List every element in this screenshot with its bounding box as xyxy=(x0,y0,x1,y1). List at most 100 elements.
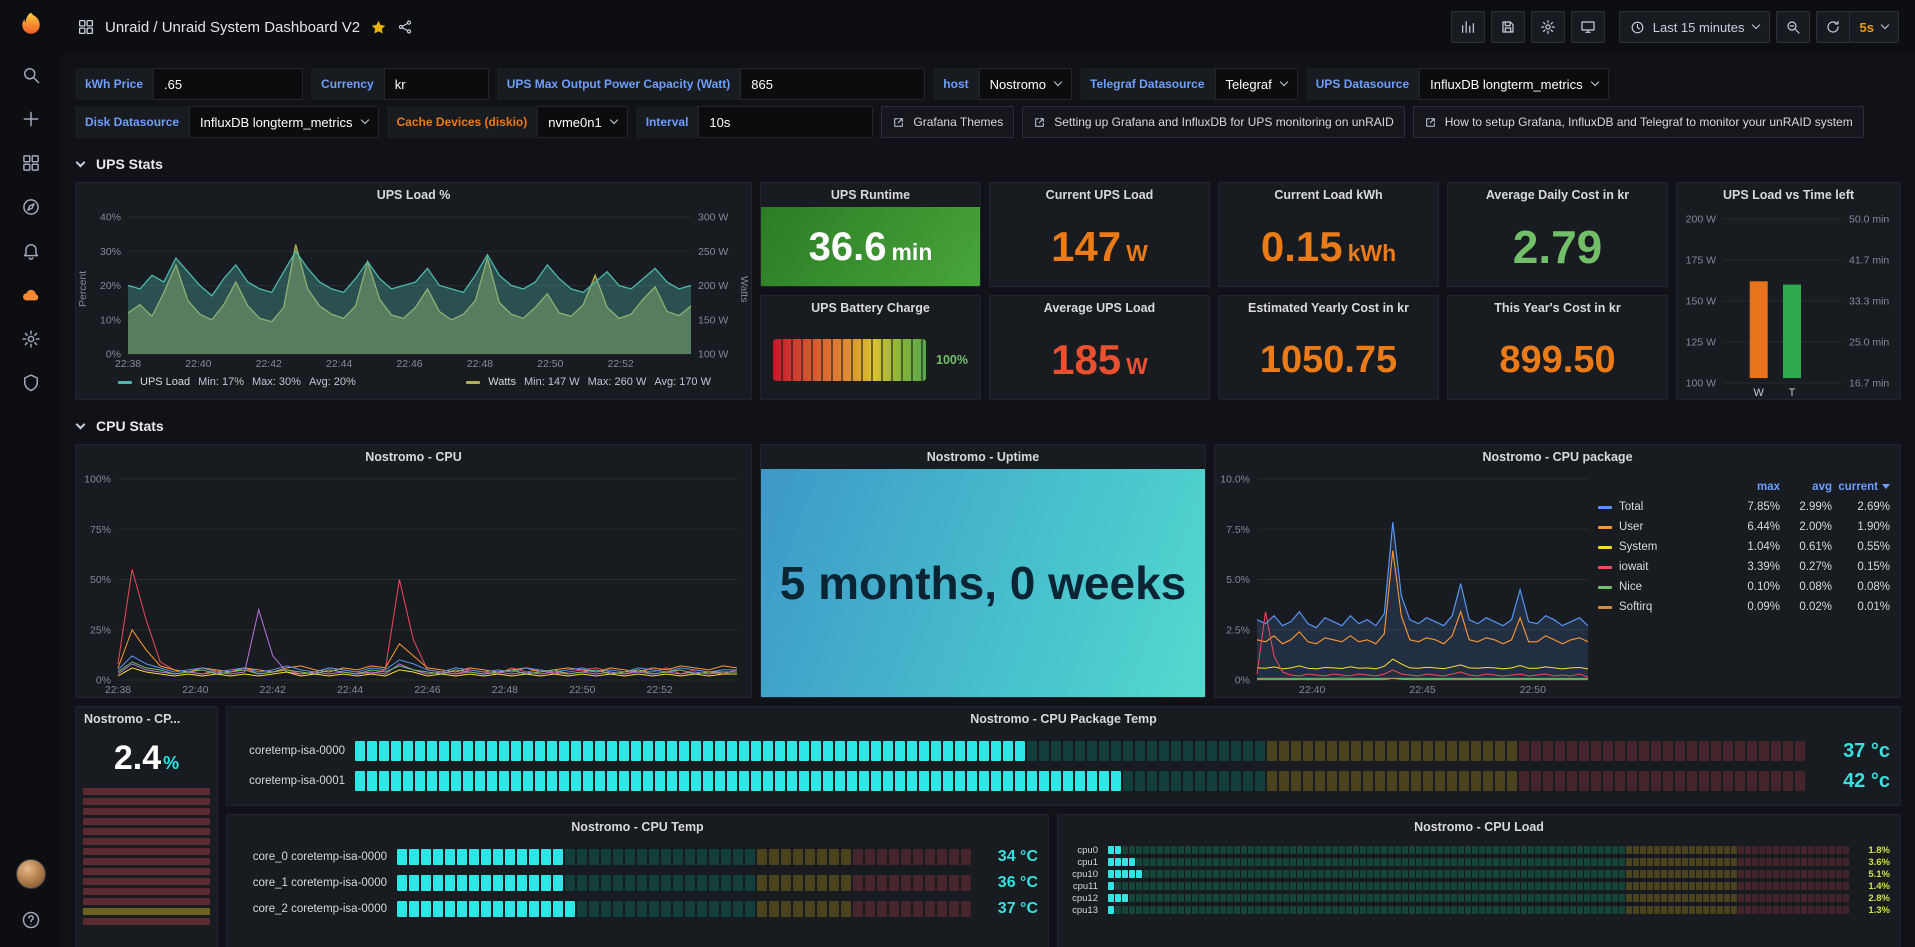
legend-series-name[interactable]: User xyxy=(1598,521,1728,533)
variable-kwh-price: kWh Price.65 xyxy=(75,68,303,100)
dashboard-title[interactable]: Unraid / Unraid System Dashboard V2 xyxy=(105,19,360,36)
variable-value[interactable]: 10s xyxy=(698,106,873,138)
variable-label: Telegraf Datasource xyxy=(1080,68,1215,100)
dashboard-link-how-to-setup-grafana-inf[interactable]: How to setup Grafana, InfluxDB and Teleg… xyxy=(1413,106,1864,138)
cpu-package-legend-rows: Total7.85%2.99%2.69%User6.44%2.00%1.90%S… xyxy=(1598,497,1890,617)
legend-current-value: 0.15% xyxy=(1832,561,1890,573)
variable-value[interactable]: Telegraf xyxy=(1215,68,1298,100)
legend-header-avg[interactable]: avg xyxy=(1780,481,1832,493)
chevron-down-icon xyxy=(76,419,86,429)
panel-title[interactable]: Average UPS Load xyxy=(990,296,1209,320)
svg-text:22:48: 22:48 xyxy=(492,684,518,696)
legend-header-max[interactable]: max xyxy=(1728,481,1780,493)
panel-title[interactable]: Current UPS Load xyxy=(990,183,1209,207)
legend-series-name[interactable]: iowait xyxy=(1598,561,1728,573)
panel-title[interactable]: UPS Runtime xyxy=(761,183,980,207)
variable-label: Currency xyxy=(311,68,384,100)
variable-value[interactable]: Nostromo xyxy=(979,68,1072,100)
refresh-dashboard-button[interactable] xyxy=(1816,11,1850,43)
share-icon[interactable] xyxy=(397,19,413,35)
panel-title[interactable]: Nostromo - CPU Temp xyxy=(227,815,1048,839)
legend-row-system: System1.04%0.61%0.55% xyxy=(1598,537,1890,557)
panel-title[interactable]: UPS Load vs Time left xyxy=(1677,183,1900,207)
panel-title[interactable]: Nostromo - CP... xyxy=(76,707,217,731)
variable-value[interactable]: InfluxDB longterm_metrics xyxy=(189,106,378,138)
create-icon[interactable] xyxy=(14,102,48,136)
variable-value[interactable]: .65 xyxy=(153,68,303,100)
legend-series-name[interactable]: System xyxy=(1598,541,1728,553)
dashboard-content: kWh Price.65CurrencykrUPS Max Output Pow… xyxy=(61,54,1915,947)
cloud-icon[interactable] xyxy=(14,278,48,312)
gauge-row-label: cpu13 xyxy=(1068,905,1108,916)
legend-series-name[interactable]: Total xyxy=(1598,501,1728,513)
time-range-picker[interactable]: Last 15 minutes xyxy=(1619,11,1770,43)
legend-current-value: 2.69% xyxy=(1832,501,1890,513)
panel-title[interactable]: UPS Battery Charge xyxy=(761,296,980,320)
legend-max-value: 3.39% xyxy=(1728,561,1780,573)
gauge-row-value: 2.8% xyxy=(1854,893,1890,904)
panel-title[interactable]: Nostromo - CPU xyxy=(76,445,751,469)
variable-value[interactable]: nvme0n1 xyxy=(537,106,627,138)
svg-text:W: W xyxy=(1754,387,1765,399)
panel-title[interactable]: Current Load kWh xyxy=(1219,183,1438,207)
panel-title[interactable]: UPS Load % xyxy=(76,183,751,207)
ups-load-vs-time-chart[interactable]: 200 W175 W150 W125 W100 W50.0 min41.7 mi… xyxy=(1677,207,1900,400)
cpu-package-chart[interactable]: 10.0%7.5%5.0%2.5%0%22:4022:4522:50 xyxy=(1215,469,1598,697)
panel-average-ups-load: Average UPS Load 185 W xyxy=(989,295,1210,400)
help-icon[interactable] xyxy=(14,903,48,937)
variable-label: kWh Price xyxy=(75,68,153,100)
favorite-star-icon[interactable] xyxy=(370,19,387,36)
configuration-gear-icon[interactable] xyxy=(14,322,48,356)
user-avatar[interactable] xyxy=(16,859,46,889)
gauge-row-value: 37 °C xyxy=(974,900,1038,918)
alerting-icon[interactable] xyxy=(14,234,48,268)
section-title: UPS Stats xyxy=(96,156,163,172)
grafana-app: Unraid / Unraid System Dashboard V2 Last… xyxy=(0,0,1915,947)
cycle-view-mode-button[interactable] xyxy=(1571,11,1605,43)
variable-value[interactable]: InfluxDB longterm_metrics xyxy=(1419,68,1608,100)
dashboard-settings-button[interactable] xyxy=(1531,11,1565,43)
chevron-down-icon xyxy=(360,116,368,124)
nostromo-cpu-chart[interactable]: 100%75%50%25%0%22:3822:4022:4222:4422:46… xyxy=(76,469,751,698)
panel-title[interactable]: This Year's Cost in kr xyxy=(1448,296,1667,320)
svg-text:33.3 min: 33.3 min xyxy=(1849,296,1889,308)
legend-ups-load[interactable]: UPS Load Min: 17% Max: 30% Avg: 20% xyxy=(118,376,356,388)
panel-title[interactable]: Nostromo - CPU package xyxy=(1215,445,1900,469)
section-ups-stats[interactable]: UPS Stats xyxy=(77,152,1901,176)
panel-title[interactable]: Nostromo - CPU Load xyxy=(1058,815,1900,839)
dashboard-link-grafana-themes[interactable]: Grafana Themes xyxy=(881,106,1014,138)
legend-series-name[interactable]: Softirq xyxy=(1598,601,1728,613)
legend-header-current[interactable]: current xyxy=(1832,481,1890,493)
add-panel-button[interactable] xyxy=(1451,11,1485,43)
section-cpu-stats[interactable]: CPU Stats xyxy=(77,414,1901,438)
gauge-row-cpu1: cpu13.6% xyxy=(1058,856,1900,868)
series-color-icon xyxy=(118,381,132,384)
external-link-icon xyxy=(892,116,905,129)
variable-ups-datasource: UPS DatasourceInfluxDB longterm_metrics xyxy=(1306,68,1609,100)
external-link-icon xyxy=(1424,116,1437,129)
svg-text:300 W: 300 W xyxy=(698,212,728,224)
save-dashboard-button[interactable] xyxy=(1491,11,1525,43)
zoom-out-time-button[interactable] xyxy=(1776,11,1810,43)
panel-title[interactable]: Average Daily Cost in kr xyxy=(1448,183,1667,207)
refresh-interval-picker[interactable]: 5s xyxy=(1849,11,1899,43)
svg-text:0%: 0% xyxy=(1235,675,1250,687)
svg-text:100%: 100% xyxy=(84,474,111,486)
svg-text:150 W: 150 W xyxy=(1686,296,1716,308)
chevron-down-icon xyxy=(76,157,86,167)
panel-title[interactable]: Nostromo - CPU Package Temp xyxy=(227,707,1900,731)
search-icon[interactable] xyxy=(14,58,48,92)
dashboard-link-setting-up-grafana-and-i[interactable]: Setting up Grafana and InfluxDB for UPS … xyxy=(1022,106,1405,138)
panel-title[interactable]: Estimated Yearly Cost in kr xyxy=(1219,296,1438,320)
panel-title[interactable]: Nostromo - Uptime xyxy=(761,445,1205,469)
legend-watts[interactable]: Watts Min: 147 W Max: 260 W Avg: 170 W xyxy=(466,376,711,388)
grafana-logo[interactable] xyxy=(16,10,46,40)
legend-series-name[interactable]: Nice xyxy=(1598,581,1728,593)
ups-load-chart[interactable]: 40%30%20%10%0%300 W250 W200 W150 W100 W2… xyxy=(90,207,737,371)
dashboard-grid-icon[interactable] xyxy=(77,18,95,36)
dashboards-icon[interactable] xyxy=(14,146,48,180)
explore-icon[interactable] xyxy=(14,190,48,224)
server-admin-shield-icon[interactable] xyxy=(14,366,48,400)
variable-value[interactable]: 865 xyxy=(740,68,925,100)
variable-value[interactable]: kr xyxy=(384,68,489,100)
